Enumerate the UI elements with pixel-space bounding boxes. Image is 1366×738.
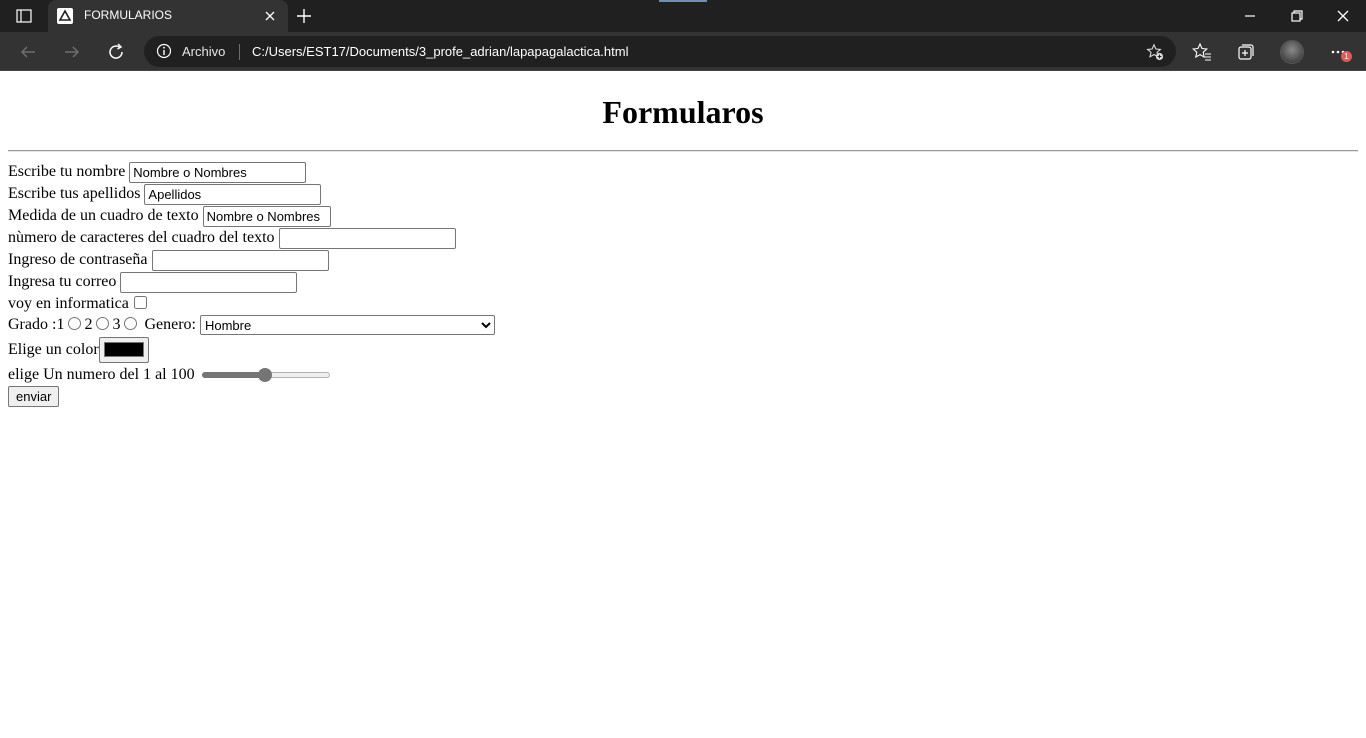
color-picker[interactable] (98, 336, 149, 363)
grado-option-2-label: 2 (84, 316, 93, 333)
address-separator (239, 44, 240, 60)
medida-input[interactable] (202, 205, 331, 227)
color-swatch (103, 342, 144, 357)
genero-select[interactable]: Hombre (199, 315, 495, 335)
informatica-checkbox[interactable] (133, 296, 147, 309)
password-input[interactable] (151, 249, 329, 271)
contrasena-label: Ingreso de contraseña (8, 251, 148, 268)
new-tab-icon[interactable] (295, 7, 313, 25)
nombre-label: Escribe tu nombre (8, 163, 126, 180)
collections-icon[interactable] (1236, 42, 1256, 62)
divider (8, 150, 1358, 152)
numero-label: elige Un numero del 1 al 100 (8, 366, 195, 383)
grado-label: Grado : (8, 316, 57, 333)
row-submit: enviar (8, 385, 60, 407)
info-icon[interactable] (156, 43, 172, 59)
row-numero: elige Un numero del 1 al 100 (8, 364, 330, 386)
favorites-icon[interactable] (1191, 42, 1212, 62)
row-apellidos: Escribe tus apellidos (8, 183, 322, 205)
row-contrasena: Ingreso de contraseña (8, 249, 329, 271)
url-text[interactable]: C:/Users/EST17/Documents/3_profe_adrian/… (252, 44, 628, 59)
grado-radio-2[interactable] (96, 317, 110, 330)
add-favorite-icon[interactable] (1146, 43, 1164, 61)
slider-thumb[interactable] (258, 368, 273, 382)
browser-toolbar: Archivo C:/Users/EST17/Documents/3_profe… (0, 32, 1366, 71)
slider-fill (201, 372, 266, 378)
profile-avatar[interactable] (1280, 40, 1304, 64)
tab-title: FORMULARIOS (84, 8, 173, 22)
nombre-input[interactable] (129, 161, 307, 183)
genero-label: Genero: (144, 316, 196, 333)
row-correo: Ingresa tu correo (8, 271, 298, 293)
restore-icon[interactable] (1287, 6, 1307, 26)
tab-active[interactable]: FORMULARIOS (48, 0, 288, 32)
reload-icon[interactable] (105, 41, 127, 63)
grado-radio-3[interactable] (124, 317, 138, 330)
grado-radio-1[interactable] (68, 317, 82, 330)
grado-option-3-label: 3 (112, 316, 121, 333)
row-caracteres: nùmero de caracteres del cuadro del text… (8, 227, 456, 249)
row-color: Elige un color (8, 336, 149, 363)
page-content: Formularos Escribe tu nombre Escribe tus… (0, 71, 1366, 738)
address-scheme-label: Archivo (182, 44, 226, 59)
numero-slider[interactable] (201, 367, 330, 383)
back-icon[interactable] (17, 41, 39, 63)
forward-icon[interactable] (61, 41, 83, 63)
email-input[interactable] (120, 271, 298, 293)
row-nombre: Escribe tu nombre (8, 161, 307, 183)
caracteres-input[interactable] (278, 227, 456, 249)
tab-actions-icon[interactable] (10, 6, 38, 26)
address-bar[interactable]: Archivo C:/Users/EST17/Documents/3_profe… (144, 36, 1176, 67)
row-informatica: voy en informatica (8, 293, 147, 315)
drag-region-indicator (659, 0, 707, 2)
apellidos-label: Escribe tus apellidos (8, 185, 141, 202)
color-label: Elige un color (8, 340, 99, 358)
medida-label: Medida de un cuadro de texto (8, 207, 199, 224)
row-medida: Medida de un cuadro de texto (8, 205, 331, 227)
tab-strip: FORMULARIOS (0, 0, 1366, 32)
enviar-button[interactable]: enviar (8, 385, 60, 407)
page-title: Formularos (602, 94, 764, 130)
apellidos-input[interactable] (144, 183, 322, 205)
row-grado-genero: Grado : 1 2 3 Genero: Hombre (8, 314, 495, 336)
close-tab-icon[interactable] (262, 8, 278, 24)
grado-option-1-label: 1 (56, 316, 65, 333)
notification-badge: 1 (1341, 51, 1352, 62)
caracteres-label: nùmero de caracteres del cuadro del text… (8, 229, 275, 246)
correo-label: Ingresa tu correo (8, 273, 117, 290)
informatica-label: voy en informatica (8, 295, 129, 312)
tab-favicon-icon (57, 8, 73, 24)
close-window-icon[interactable] (1333, 6, 1353, 26)
minimize-icon[interactable] (1240, 6, 1260, 26)
